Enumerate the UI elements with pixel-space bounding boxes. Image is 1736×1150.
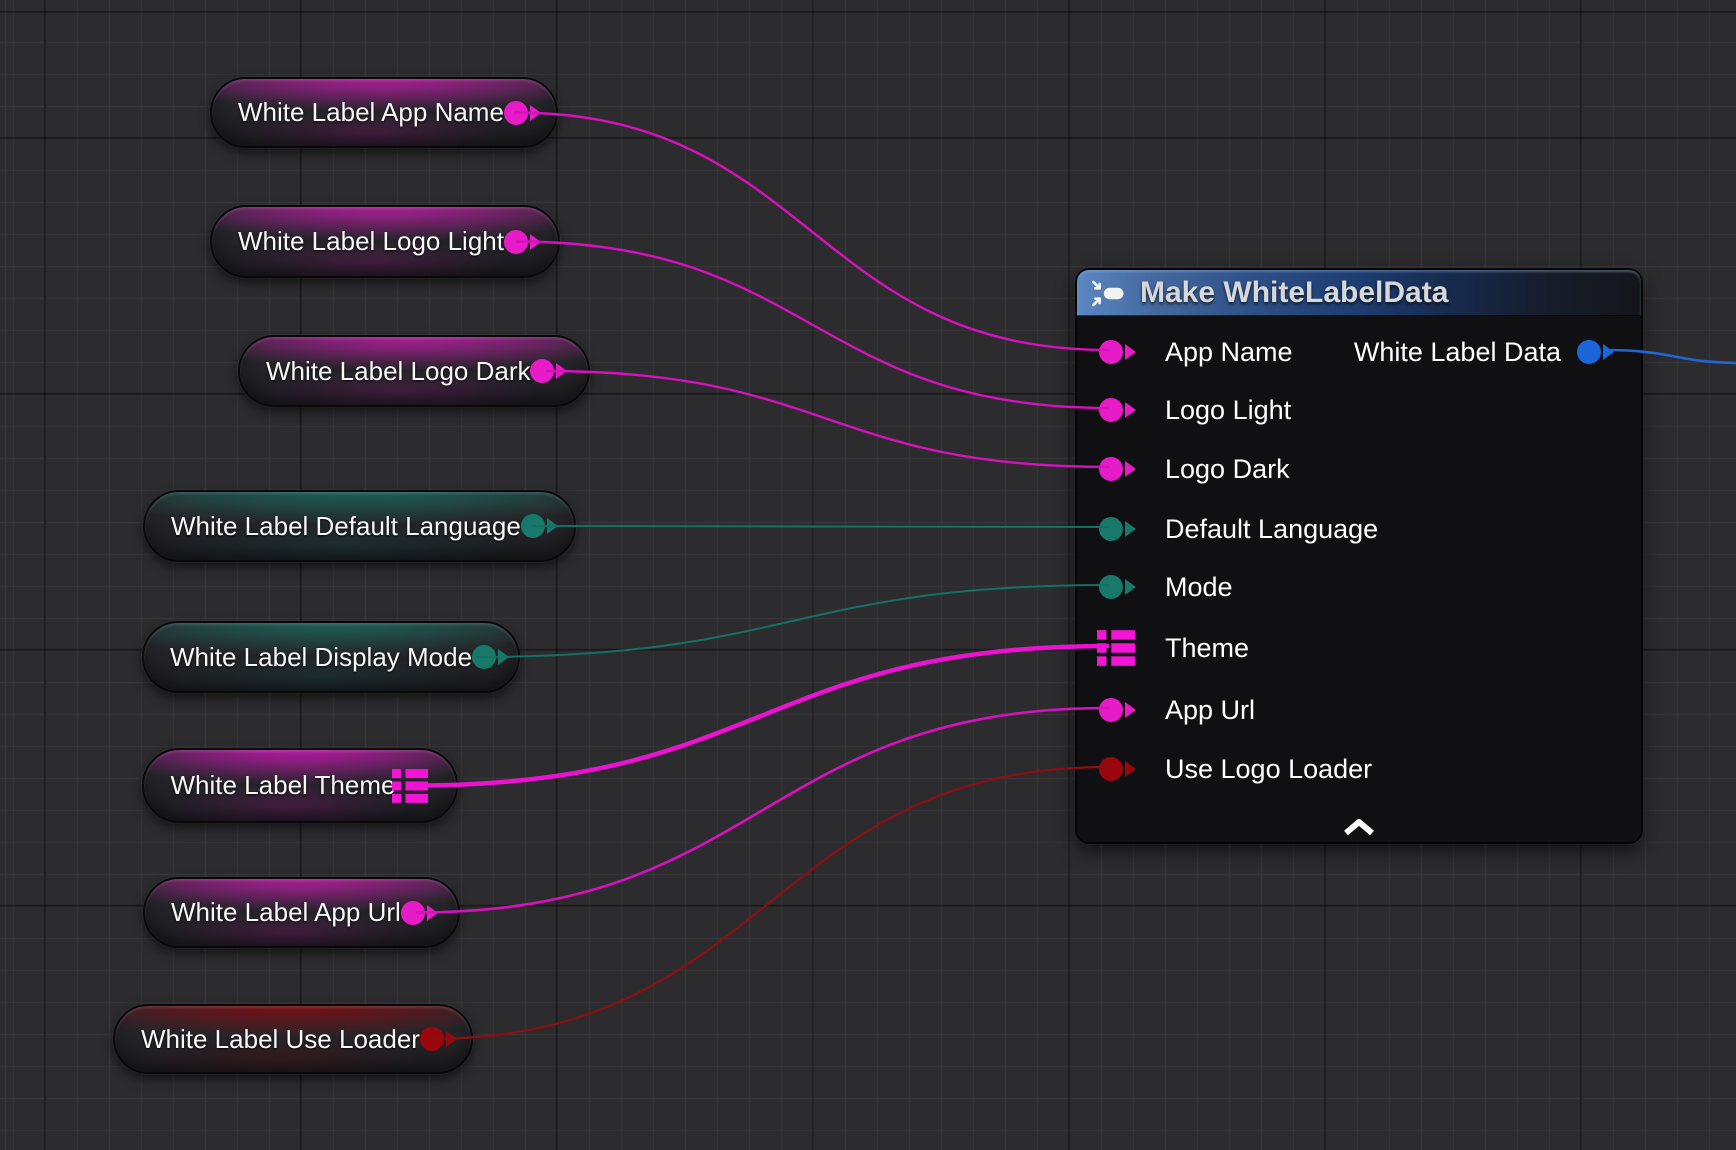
variable-get-node-label: White Label Display Mode <box>144 642 472 673</box>
input-pin-label: Logo Dark <box>1165 454 1290 485</box>
connection-wire[interactable] <box>514 113 1109 351</box>
variable-get-node-label: White Label Logo Light <box>212 226 504 257</box>
connection-wire[interactable] <box>532 526 1109 527</box>
variable-get-node[interactable]: White Label App Name <box>210 77 558 148</box>
variable-get-node[interactable]: White Label Theme <box>142 748 458 823</box>
bool-pin-icon[interactable] <box>1099 757 1123 781</box>
pin-arrow-icon <box>1125 461 1136 477</box>
enum-pin-icon[interactable] <box>1099 517 1123 541</box>
string-pin-icon[interactable] <box>1099 698 1123 722</box>
input-pin-row: Default Language <box>1099 509 1378 549</box>
input-pin-row: Use Logo Loader <box>1099 749 1372 789</box>
variable-get-node-label: White Label Theme <box>144 770 396 801</box>
pin-arrow-icon <box>1125 344 1136 360</box>
variable-get-node-label: White Label App Name <box>212 97 504 128</box>
node-title: Make WhiteLabelData <box>1140 276 1448 310</box>
connection-wire[interactable] <box>416 708 1109 913</box>
output-pin-row: White Label Data <box>1354 332 1617 372</box>
out-pin-icon[interactable] <box>1577 340 1601 364</box>
input-pin-row: Logo Light <box>1099 390 1291 430</box>
connection-wire[interactable] <box>546 371 1109 467</box>
variable-get-node[interactable]: White Label Use Loader <box>113 1004 473 1074</box>
pin-arrow-icon <box>1125 402 1136 418</box>
input-pin-row: App Name <box>1099 332 1293 372</box>
pin-arrow-icon <box>1125 761 1136 777</box>
variable-get-node-label: White Label Default Language <box>145 511 521 542</box>
make-struct-icon <box>1091 280 1127 307</box>
variable-get-node[interactable]: White Label Logo Dark <box>238 335 590 407</box>
input-pin-label: App Name <box>1165 337 1293 368</box>
input-pin-label: Mode <box>1165 572 1233 603</box>
make-struct-node[interactable]: Make WhiteLabelData App Name Logo Light Log… <box>1075 268 1643 844</box>
connection-wire[interactable] <box>476 585 1109 657</box>
string-pin-icon[interactable] <box>1099 398 1123 422</box>
variable-get-node[interactable]: White Label Logo Light <box>210 205 560 278</box>
variable-get-node-label: White Label Logo Dark <box>240 356 530 387</box>
enum-pin-icon[interactable] <box>1099 575 1123 599</box>
input-pin-label: Theme <box>1165 633 1249 664</box>
pin-arrow-icon <box>1125 579 1136 595</box>
pin-arrow-icon <box>1125 702 1136 718</box>
connection-wire[interactable] <box>516 242 1109 409</box>
pin-arrow-icon <box>1125 521 1136 537</box>
chevron-up-icon[interactable] <box>1342 819 1376 836</box>
blueprint-graph-canvas[interactable]: White Label App Name White Label Logo Lig… <box>0 0 1736 1150</box>
variable-get-node[interactable]: White Label Default Language <box>143 490 576 562</box>
make-struct-node-header[interactable]: Make WhiteLabelData <box>1077 270 1641 316</box>
variable-get-node-label: White Label App Url <box>145 897 401 928</box>
input-pin-row: Theme <box>1099 628 1249 668</box>
input-pin-row: Logo Dark <box>1099 449 1290 489</box>
variable-get-node[interactable]: White Label Display Mode <box>142 621 520 693</box>
input-pin-row: Mode <box>1099 567 1233 607</box>
string-pin-icon[interactable] <box>1099 457 1123 481</box>
variable-get-node[interactable]: White Label App Url <box>143 877 460 948</box>
input-pin-row: App Url <box>1099 690 1255 730</box>
string-pin-icon[interactable] <box>1099 340 1123 364</box>
input-pin-label: App Url <box>1165 695 1255 726</box>
output-pin-label: White Label Data <box>1354 337 1561 368</box>
pin-arrow-icon <box>1603 344 1614 360</box>
input-pin-label: Default Language <box>1165 514 1378 545</box>
input-pin-label: Logo Light <box>1165 395 1291 426</box>
input-pin-label: Use Logo Loader <box>1165 754 1372 785</box>
variable-get-node-label: White Label Use Loader <box>115 1024 420 1055</box>
